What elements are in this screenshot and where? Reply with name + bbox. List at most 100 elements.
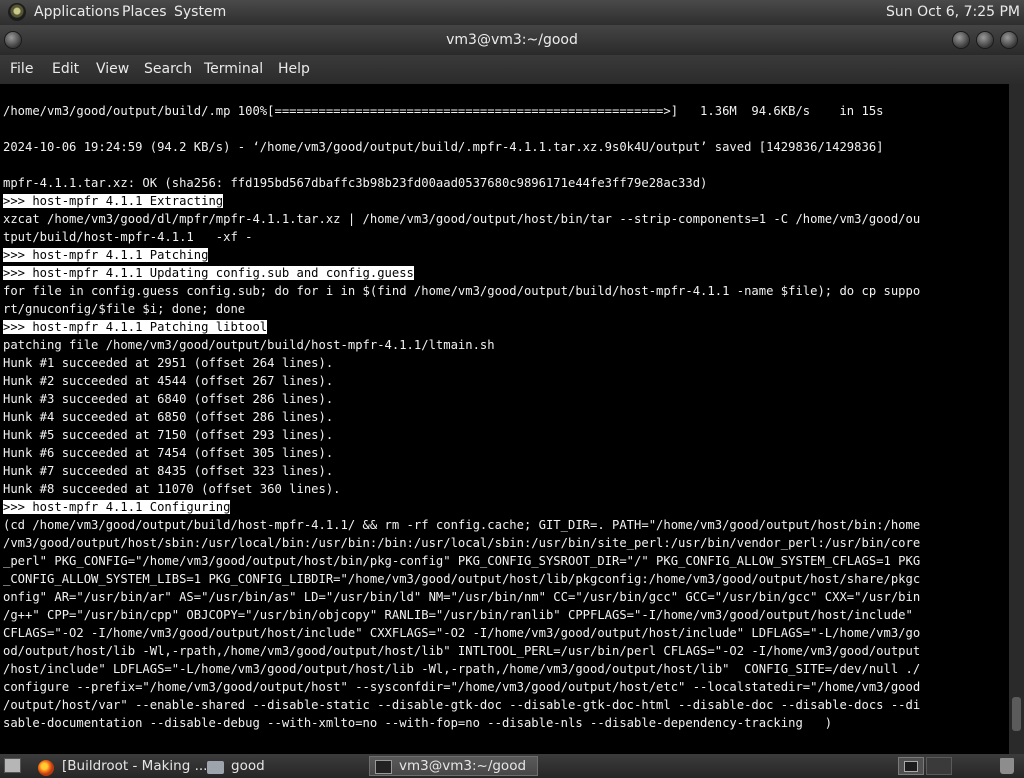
task-label: good [231,758,265,774]
terminal-line: Hunk #6 succeeded at 7454 (offset 305 li… [3,444,920,462]
terminal-line: for file in config.guess config.sub; do … [3,282,920,300]
places-menu[interactable]: Places [122,4,167,20]
terminal-scrollbar[interactable] [1009,84,1024,754]
build-step-heading: >>> host-mpfr 4.1.1 Extracting [3,194,224,208]
window-titlebar[interactable]: vm3@vm3:~/good [0,25,1024,55]
terminal-line-text: Hunk #3 succeeded at 6840 (offset 286 li… [3,392,334,406]
terminal-line-text: Hunk #5 succeeded at 7150 (offset 293 li… [3,428,334,442]
terminal-line: >>> host-mpfr 4.1.1 Patching libtool [3,318,920,336]
terminal-line: /vm3/good/output/host/sbin:/usr/local/bi… [3,534,920,552]
terminal-line: patching file /home/vm3/good/output/buil… [3,336,920,354]
task-file-manager-good[interactable]: good [200,756,360,776]
build-step-heading: >>> host-mpfr 4.1.1 Configuring [3,500,231,514]
applications-menu[interactable]: Applications [34,4,120,20]
terminal-line-text: configure --prefix="/home/vm3/good/outpu… [3,680,921,694]
terminal-line: >>> host-mpfr 4.1.1 Configuring [3,498,920,516]
trash-icon[interactable] [1000,758,1014,774]
top-panel: Applications Places System Sun Oct 6, 7:… [0,0,1024,25]
terminal-icon [375,760,392,774]
terminal-line-text: CFLAGS="-O2 -I/home/vm3/good/output/host… [3,626,921,640]
terminal-line: _CONFIG_ALLOW_SYSTEM_LIBS=1 PKG_CONFIG_L… [3,570,920,588]
terminal-line-text: patching file /home/vm3/good/output/buil… [3,338,495,352]
terminal-line: >>> host-mpfr 4.1.1 Extracting [3,192,920,210]
terminal-line: /output/host/var" --enable-shared --disa… [3,696,920,714]
terminal-line: /home/vm3/good/output/build/.mp 100%[===… [3,102,920,120]
terminal-line: sable-documentation --disable-debug --wi… [3,714,920,732]
maximize-button[interactable] [977,32,993,48]
terminal-line: /g++" CPP="/usr/bin/cpp" OBJCOPY="/usr/b… [3,606,920,624]
terminal-line: >>> host-mpfr 4.1.1 Updating config.sub … [3,264,920,282]
terminal-line-text: tput/build/host-mpfr-4.1.1 -xf - [3,230,253,244]
terminal-line-text: xzcat /home/vm3/good/dl/mpfr/mpfr-4.1.1.… [3,212,921,226]
terminal-line: CFLAGS="-O2 -I/home/vm3/good/output/host… [3,624,920,642]
menu-edit[interactable]: Edit [52,61,79,77]
terminal-line-text: for file in config.guess config.sub; do … [3,284,921,298]
terminal-line: (cd /home/vm3/good/output/build/host-mpf… [3,516,920,534]
task-label: [Buildroot - Making ... [62,758,208,774]
foot-icon[interactable] [8,3,26,21]
terminal-line-text: (cd /home/vm3/good/output/build/host-mpf… [3,518,921,532]
terminal-line: /host/include" LDFLAGS="-L/home/vm3/good… [3,660,920,678]
terminal-line-text: od/output/host/lib -Wl,-rpath,/home/vm3/… [3,644,921,658]
menu-help[interactable]: Help [278,61,310,77]
terminal-line-text: Hunk #7 succeeded at 8435 (offset 323 li… [3,464,334,478]
terminal-line: configure --prefix="/home/vm3/good/outpu… [3,678,920,696]
terminal-line: Hunk #1 succeeded at 2951 (offset 264 li… [3,354,920,372]
folder-icon [207,761,224,774]
task-label: vm3@vm3:~/good [399,758,527,774]
terminal-line-text: mpfr-4.1.1.tar.xz: OK (sha256: ffd195bd5… [3,176,708,190]
close-button[interactable] [1001,32,1017,48]
scrollbar-thumb[interactable] [1012,697,1021,731]
build-step-heading: >>> host-mpfr 4.1.1 Patching [3,248,209,262]
terminal-line: Hunk #8 succeeded at 11070 (offset 360 l… [3,480,920,498]
terminal-line-text: Hunk #2 succeeded at 4544 (offset 267 li… [3,374,334,388]
workspace-2-button[interactable] [926,757,952,775]
terminal-line-text: onfig" AR="/usr/bin/ar" AS="/usr/bin/as"… [3,590,921,604]
show-desktop-button[interactable] [4,758,21,773]
menu-terminal[interactable]: Terminal [204,61,263,77]
menu-search[interactable]: Search [144,61,192,77]
terminal-line: mpfr-4.1.1.tar.xz: OK (sha256: ffd195bd5… [3,174,920,192]
menu-file[interactable]: File [10,61,33,77]
terminal-line-text: Hunk #6 succeeded at 7454 (offset 305 li… [3,446,334,460]
terminal-line: 2024-10-06 19:24:59 (94.2 KB/s) - ‘/home… [3,138,920,156]
terminal-line: _perl" PKG_CONFIG="/home/vm3/good/output… [3,552,920,570]
terminal-line: Hunk #2 succeeded at 4544 (offset 267 li… [3,372,920,390]
terminal-line-text: _CONFIG_ALLOW_SYSTEM_LIBS=1 PKG_CONFIG_L… [3,572,921,586]
build-step-heading: >>> host-mpfr 4.1.1 Patching libtool [3,320,268,334]
terminal-line-text: /home/vm3/good/output/build/.mp 100%[===… [3,104,884,118]
task-firefox-buildroot[interactable]: [Buildroot - Making ... [32,756,207,776]
terminal-output[interactable]: /home/vm3/good/output/build/.mp 100%[===… [0,84,1009,754]
clock[interactable]: Sun Oct 6, 7:25 PM [886,4,1020,20]
terminal-line: Hunk #3 succeeded at 6840 (offset 286 li… [3,390,920,408]
firefox-icon [38,760,54,776]
task-terminal[interactable]: vm3@vm3:~/good [369,756,538,776]
bottom-taskbar: [Buildroot - Making ... good vm3@vm3:~/g… [0,754,1024,778]
minimize-button[interactable] [953,32,969,48]
build-step-heading: >>> host-mpfr 4.1.1 Updating config.sub … [3,266,414,280]
terminal-lines: /home/vm3/good/output/build/.mp 100%[===… [3,102,920,732]
terminal-line-text: _perl" PKG_CONFIG="/home/vm3/good/output… [3,554,921,568]
terminal-line-text: 2024-10-06 19:24:59 (94.2 KB/s) - ‘/home… [3,140,884,154]
terminal-line: rt/gnuconfig/$file $i; done; done [3,300,920,318]
terminal-line: Hunk #4 succeeded at 6850 (offset 286 li… [3,408,920,426]
terminal-line: xzcat /home/vm3/good/dl/mpfr/mpfr-4.1.1.… [3,210,920,228]
terminal-line-text: /vm3/good/output/host/sbin:/usr/local/bi… [3,536,921,550]
system-menu[interactable]: System [174,4,226,20]
terminal-line: od/output/host/lib -Wl,-rpath,/home/vm3/… [3,642,920,660]
terminal-line: tput/build/host-mpfr-4.1.1 -xf - [3,228,920,246]
terminal-line-text: Hunk #1 succeeded at 2951 (offset 264 li… [3,356,334,370]
terminal-line: Hunk #5 succeeded at 7150 (offset 293 li… [3,426,920,444]
terminal-icon [904,761,918,772]
window-title: vm3@vm3:~/good [446,32,578,48]
terminal-line-text: /g++" CPP="/usr/bin/cpp" OBJCOPY="/usr/b… [3,608,913,622]
terminal-line-text: Hunk #8 succeeded at 11070 (offset 360 l… [3,482,341,496]
terminal-line-text: rt/gnuconfig/$file $i; done; done [3,302,246,316]
menu-view[interactable]: View [96,61,129,77]
workspace-1-button[interactable] [898,757,924,775]
menubar: File Edit View Search Terminal Help [0,55,1024,84]
terminal-line: >>> host-mpfr 4.1.1 Patching [3,246,920,264]
terminal-line-text: Hunk #4 succeeded at 6850 (offset 286 li… [3,410,334,424]
